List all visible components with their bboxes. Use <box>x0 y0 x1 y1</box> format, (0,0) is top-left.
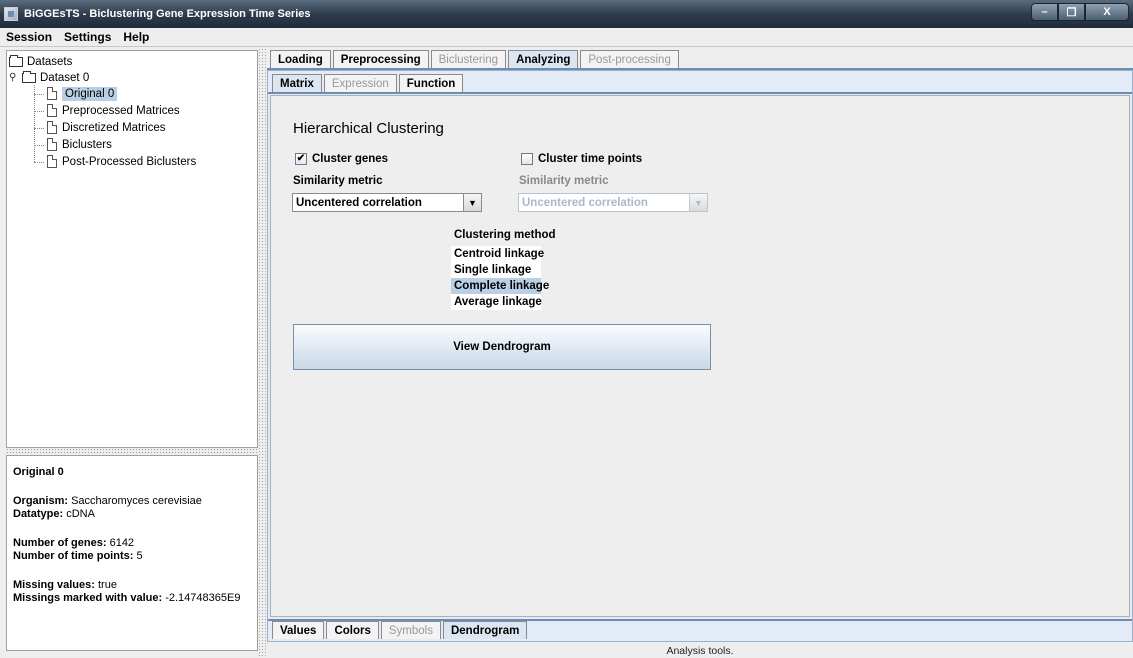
list-item-single[interactable]: Single linkage <box>451 262 541 278</box>
tree-connector <box>34 145 44 146</box>
missing-value: true <box>97 579 117 591</box>
folder-icon <box>9 54 23 67</box>
tab-post-processing[interactable]: Post-processing <box>580 50 679 68</box>
similarity-metric-select-2[interactable]: Uncentered correlation ▼ <box>518 193 708 212</box>
document-icon <box>47 155 57 168</box>
document-icon <box>47 104 57 117</box>
list-item-average[interactable]: Average linkage <box>451 294 542 310</box>
document-icon <box>47 121 57 134</box>
cluster-genes-checkbox[interactable]: ✔ Cluster genes <box>295 153 388 165</box>
list-item-centroid[interactable]: Centroid linkage <box>451 246 544 262</box>
tree-dataset-label: Dataset 0 <box>40 71 90 84</box>
tab-symbols[interactable]: Symbols <box>380 621 441 639</box>
genes-value: 6142 <box>109 537 135 549</box>
folder-icon <box>22 70 36 83</box>
datatype-value: cDNA <box>66 508 95 520</box>
similarity-metric-value-2: Uncentered correlation <box>522 196 648 209</box>
similarity-metric-value: Uncentered correlation <box>296 196 422 209</box>
tree-dataset[interactable]: ⚲ Dataset 0 <box>9 69 89 86</box>
tab-preprocessing[interactable]: Preprocessing <box>332 50 429 68</box>
timepoints-value: 5 <box>136 550 143 562</box>
dataset-tree: Datasets ⚲ Dataset 0 Original 0 Preproce… <box>6 50 258 448</box>
tree-item-preprocessed[interactable]: Preprocessed Matrices <box>47 102 180 119</box>
tree-connector <box>34 94 44 95</box>
page-title: Hierarchical Clustering <box>293 120 444 137</box>
view-tabs: Values Colors Symbols Dendrogram <box>272 621 529 639</box>
list-item-complete[interactable]: Complete linkage <box>451 278 549 294</box>
expand-icon[interactable]: ⚲ <box>9 72 19 83</box>
similarity-metric-label-2: Similarity metric <box>519 175 609 187</box>
close-button[interactable]: X <box>1085 3 1129 21</box>
marked-value: -2.14748365E9 <box>165 592 241 604</box>
main-tabs: Loading Preprocessing Biclustering Analy… <box>270 50 681 68</box>
missing-label: Missing values: <box>13 579 95 591</box>
tree-item-original[interactable]: Original 0 <box>47 85 118 102</box>
similarity-metric-label: Similarity metric <box>293 175 383 187</box>
title-bar: BiGGEsTS - Biclustering Gene Expression … <box>0 0 1133 28</box>
tree-item-label: Preprocessed Matrices <box>62 104 180 117</box>
checkbox-checked-icon[interactable]: ✔ <box>295 153 307 165</box>
menu-session[interactable]: Session <box>4 30 54 44</box>
tab-expression[interactable]: Expression <box>323 74 397 92</box>
tab-dendrogram[interactable]: Dendrogram <box>442 621 528 639</box>
tab-matrix[interactable]: Matrix <box>272 74 322 92</box>
window-title: BiGGEsTS - Biclustering Gene Expression … <box>24 8 311 20</box>
document-icon <box>47 138 57 151</box>
tree-connector <box>34 162 44 163</box>
app-icon <box>4 7 18 21</box>
info-title: Original 0 <box>13 466 64 478</box>
similarity-metric-select[interactable]: Uncentered correlation ▼ <box>292 193 482 212</box>
cluster-time-points-checkbox[interactable]: Cluster time points <box>521 153 642 165</box>
tree-connector <box>34 85 35 162</box>
tab-biclustering[interactable]: Biclustering <box>430 50 507 68</box>
tab-loading[interactable]: Loading <box>270 50 331 68</box>
sub-tabs: Matrix Expression Function <box>272 74 465 92</box>
status-bar: Analysis tools. <box>666 645 734 657</box>
tree-item-label: Original 0 <box>62 86 118 101</box>
horizontal-splitter[interactable] <box>6 448 258 454</box>
tree-item-label: Discretized Matrices <box>62 121 166 134</box>
tree-item-postprocessed[interactable]: Post-Processed Biclusters <box>47 153 196 170</box>
clustering-method-label: Clustering method <box>454 229 556 241</box>
tree-root[interactable]: Datasets <box>9 53 72 70</box>
organism-label: Organism: <box>13 495 69 507</box>
analyzing-pane: Matrix Expression Function Hierarchical … <box>267 70 1133 642</box>
window-controls: – ❐ X <box>1031 3 1129 21</box>
tab-values[interactable]: Values <box>272 621 325 639</box>
datatype-label: Datatype: <box>13 508 64 520</box>
document-icon <box>47 87 57 100</box>
cluster-genes-label: Cluster genes <box>312 153 389 165</box>
cluster-time-points-label: Cluster time points <box>538 153 643 165</box>
tree-item-label: Post-Processed Biclusters <box>62 155 197 168</box>
menu-help[interactable]: Help <box>121 30 151 44</box>
chevron-down-icon[interactable]: ▼ <box>689 194 707 211</box>
checkbox-unchecked-icon[interactable] <box>521 153 533 165</box>
menu-bar: Session Settings Help <box>0 28 1133 47</box>
dataset-info-panel: Original 0 Organism: Saccharomyces cerev… <box>6 455 258 651</box>
organism-value: Saccharomyces cerevisiae <box>71 495 202 507</box>
view-dendrogram-button[interactable]: View Dendrogram <box>293 324 711 370</box>
vertical-splitter[interactable] <box>258 48 266 658</box>
tab-divider <box>268 92 1132 94</box>
timepoints-label: Number of time points: <box>13 550 134 562</box>
tab-analyzing[interactable]: Analyzing <box>508 50 579 68</box>
marked-label: Missings marked with value: <box>13 592 163 604</box>
genes-label: Number of genes: <box>13 537 107 549</box>
tree-item-label: Biclusters <box>62 138 112 151</box>
tab-function[interactable]: Function <box>398 74 464 92</box>
clustering-panel: Hierarchical Clustering ✔ Cluster genes … <box>270 95 1130 617</box>
clustering-method-list: Centroid linkage Single linkage Complete… <box>451 246 549 310</box>
tab-colors[interactable]: Colors <box>326 621 379 639</box>
tree-connector <box>34 111 44 112</box>
chevron-down-icon[interactable]: ▼ <box>463 194 481 211</box>
minimize-button[interactable]: – <box>1031 3 1058 21</box>
tree-connector <box>34 128 44 129</box>
tree-root-label: Datasets <box>27 55 73 68</box>
menu-settings[interactable]: Settings <box>62 30 113 44</box>
tree-item-discretized[interactable]: Discretized Matrices <box>47 119 166 136</box>
maximize-button[interactable]: ❐ <box>1058 3 1085 21</box>
tree-item-biclusters[interactable]: Biclusters <box>47 136 112 153</box>
